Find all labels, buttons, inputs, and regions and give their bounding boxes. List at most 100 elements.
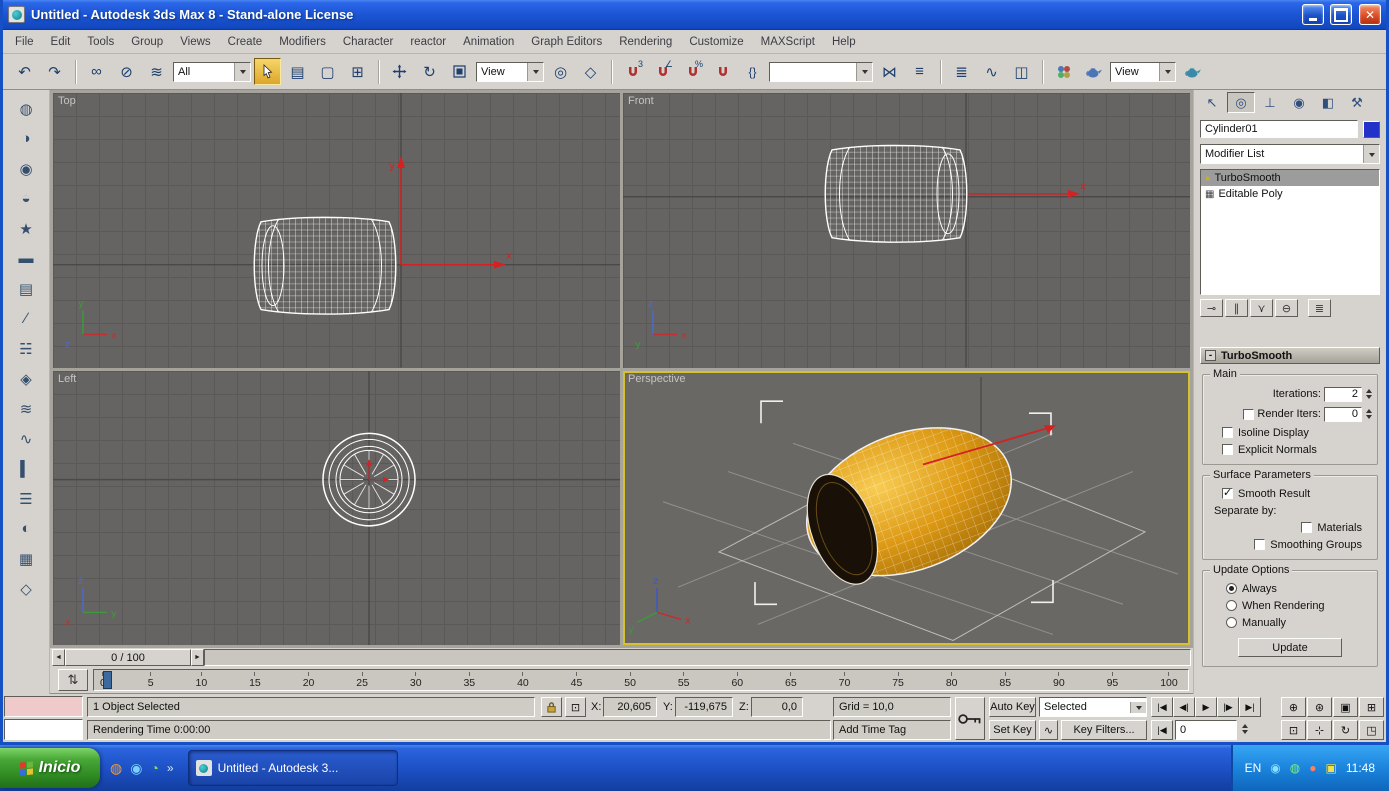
layer-manager-button[interactable]: ≣ <box>948 58 975 85</box>
render-type-dropdown[interactable]: View <box>1110 61 1176 82</box>
barrel-wireframe[interactable] <box>824 144 968 243</box>
stack-item-editable-poly[interactable]: ▦ Editable Poly <box>1201 186 1379 202</box>
render-iters-field[interactable]: 0 <box>1324 406 1362 422</box>
select-and-rotate-button[interactable]: ↻ <box>416 58 443 85</box>
reactor-tool-icon[interactable]: ◈ <box>11 366 41 391</box>
tab-create[interactable]: ↖ <box>1198 92 1226 113</box>
maximize-button[interactable] <box>1330 4 1352 25</box>
reactor-tool-icon[interactable]: ∕ <box>11 306 41 331</box>
schematic-view-button[interactable]: ◫ <box>1008 58 1035 85</box>
modifier-on-icon[interactable]: ● <box>1205 173 1210 183</box>
quick-render-button[interactable] <box>1179 58 1206 85</box>
key-filters-button[interactable]: Key Filters... <box>1061 720 1147 740</box>
quick-launch-overflow-icon[interactable]: » <box>167 761 174 775</box>
reactor-tool-icon[interactable]: ◍ <box>11 96 41 121</box>
render-iters-spinner[interactable] <box>1366 406 1372 422</box>
explicit-normals-checkbox[interactable] <box>1222 444 1233 455</box>
selection-filter-dropdown[interactable]: All <box>173 61 251 82</box>
menu-item[interactable]: Modifiers <box>279 36 326 48</box>
maxscript-mini-listener-bottom[interactable] <box>4 719 83 740</box>
frame-spinner[interactable] <box>1242 721 1248 741</box>
reactor-tool-icon[interactable]: ▦ <box>11 546 41 571</box>
menu-item[interactable]: MAXScript <box>761 36 815 48</box>
zoom-region-button[interactable]: ⊡ <box>1281 720 1306 740</box>
select-and-move-button[interactable] <box>386 58 413 85</box>
next-frame-arrow[interactable]: ► <box>191 649 204 666</box>
goto-start-button[interactable]: |◀ <box>1151 697 1173 717</box>
maximize-viewport-toggle[interactable]: ◳ <box>1359 720 1384 740</box>
turbosmooth-rollout-header[interactable]: - TurboSmooth <box>1200 347 1380 364</box>
current-frame-field[interactable]: 0 <box>1175 720 1237 740</box>
snaps-toggle-button[interactable]: 3 <box>619 58 646 85</box>
pin-stack-button[interactable]: ⊸ <box>1200 299 1223 317</box>
material-editor-button[interactable] <box>1050 58 1077 85</box>
render-scene-button[interactable] <box>1080 58 1107 85</box>
select-and-manipulate-button[interactable]: ◇ <box>577 58 604 85</box>
dropdown-arrow-icon[interactable] <box>234 62 250 81</box>
selected-keys-dropdown[interactable]: Selected <box>1039 697 1147 717</box>
menu-item[interactable]: reactor <box>410 36 446 48</box>
tab-hierarchy[interactable]: ⊥ <box>1256 92 1284 113</box>
close-button[interactable] <box>1359 4 1381 25</box>
tab-motion[interactable]: ◉ <box>1285 92 1313 113</box>
align-button[interactable]: ≡ <box>906 58 933 85</box>
current-frame-marker[interactable] <box>103 671 112 689</box>
tab-utilities[interactable]: ⚒ <box>1343 92 1371 113</box>
select-object-button[interactable] <box>254 58 281 85</box>
start-button[interactable]: Inicio <box>0 748 100 788</box>
language-indicator[interactable]: EN <box>1245 761 1262 775</box>
move-gizmo[interactable]: x <box>968 181 1086 198</box>
angle-snap-button[interactable]: ∠ <box>649 58 676 85</box>
play-button[interactable]: ▶ <box>1195 697 1217 717</box>
manually-radio[interactable] <box>1226 617 1237 628</box>
spinner-snap-button[interactable] <box>709 58 736 85</box>
zoom-button[interactable]: ⊕ <box>1281 697 1306 717</box>
next-frame-button[interactable]: |▶ <box>1217 697 1239 717</box>
materials-checkbox[interactable] <box>1301 522 1313 533</box>
reactor-tool-icon[interactable]: ▍ <box>11 456 41 481</box>
dropdown-arrow-icon[interactable] <box>1130 701 1146 713</box>
quick-launch-icon[interactable]: ◍ <box>110 760 122 777</box>
use-pivot-center-button[interactable]: ◎ <box>547 58 574 85</box>
set-key-button[interactable]: Set Key <box>989 720 1036 740</box>
x-coordinate-field[interactable]: 20,605 <box>603 697 657 717</box>
menu-item[interactable]: File <box>15 36 34 48</box>
menu-item[interactable]: Help <box>832 36 856 48</box>
taskbar-task-3dsmax[interactable]: Untitled - Autodesk 3... <box>187 750 398 786</box>
remove-modifier-button[interactable]: ⊖ <box>1275 299 1298 317</box>
tray-icon[interactable]: ◍ <box>1290 761 1300 775</box>
move-gizmo[interactable] <box>366 458 389 483</box>
undo-button[interactable]: ↶ <box>11 58 38 85</box>
pan-button[interactable]: ⊹ <box>1307 720 1332 740</box>
mirror-button[interactable]: ⋈ <box>876 58 903 85</box>
previous-frame-arrow[interactable]: ◄ <box>52 649 65 666</box>
reactor-tool-icon[interactable]: ◐ <box>11 516 41 541</box>
select-and-scale-button[interactable] <box>446 58 473 85</box>
menu-item[interactable]: Customize <box>689 36 743 48</box>
select-and-link-button[interactable]: ∞ <box>83 58 110 85</box>
menu-item[interactable]: Create <box>228 36 263 48</box>
make-unique-button[interactable]: ⋎ <box>1250 299 1273 317</box>
when-rendering-radio[interactable] <box>1226 600 1237 611</box>
iterations-field[interactable]: 2 <box>1324 386 1362 402</box>
menu-item[interactable]: Tools <box>87 36 114 48</box>
barrel-object[interactable] <box>786 401 1032 602</box>
smoothing-groups-checkbox[interactable] <box>1254 539 1266 550</box>
previous-frame-button[interactable]: ◀| <box>1173 697 1195 717</box>
rectangular-selection-button[interactable]: ▢ <box>314 58 341 85</box>
menu-item[interactable]: Character <box>343 36 394 48</box>
auto-key-button[interactable]: Auto Key <box>989 697 1036 717</box>
mini-curve-editor-button[interactable]: ⇅ <box>58 669 88 691</box>
selection-lock-toggle[interactable] <box>541 697 562 717</box>
dropdown-arrow-icon[interactable] <box>527 62 543 81</box>
tray-icon[interactable]: ▣ <box>1326 761 1337 775</box>
minimize-button[interactable] <box>1302 4 1324 25</box>
barrel-wireframe[interactable] <box>253 216 397 315</box>
curve-editor-button[interactable]: ∿ <box>978 58 1005 85</box>
viewport-perspective[interactable]: Perspective z x y <box>623 370 1190 645</box>
time-slider-handle[interactable]: 0 / 100 <box>65 649 191 666</box>
viewport-left[interactable]: Left z y x <box>53 370 620 645</box>
reactor-tool-icon[interactable]: ≋ <box>11 396 41 421</box>
smooth-result-checkbox[interactable] <box>1222 486 1233 499</box>
zoom-all-button[interactable]: ⊛ <box>1307 697 1332 717</box>
